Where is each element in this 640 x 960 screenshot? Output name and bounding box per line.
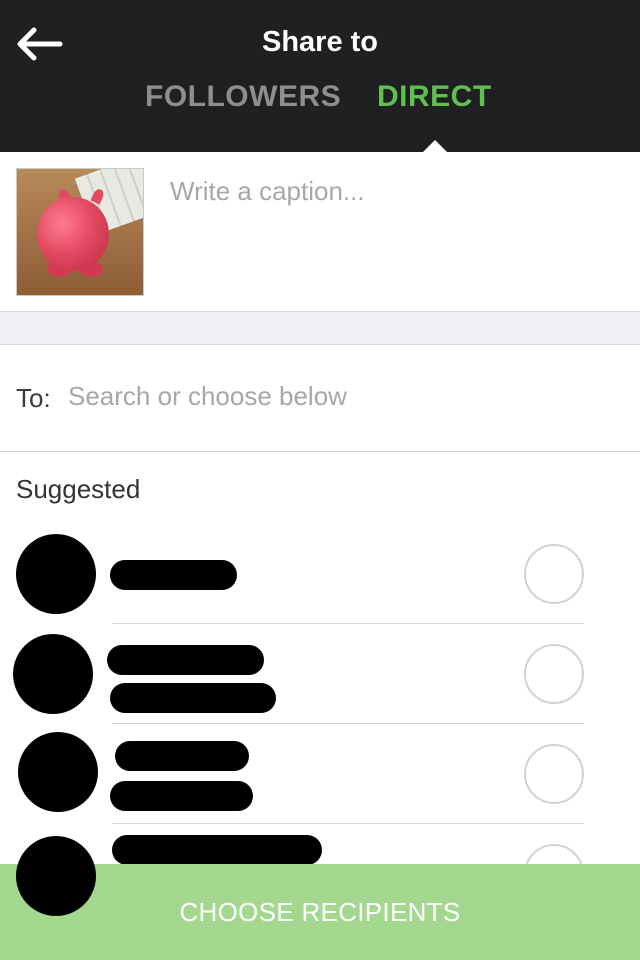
suggested-user-row[interactable]: [0, 624, 640, 724]
redacted-username: [110, 683, 276, 713]
redacted-name: [115, 741, 249, 771]
page-title: Share to: [261, 26, 379, 58]
share-tabs: FOLLOWERS DIRECT: [0, 80, 640, 124]
recipient-search-input[interactable]: [68, 381, 608, 412]
top-bar: Share to FOLLOWERS DIRECT: [0, 0, 640, 152]
avatar: [16, 836, 96, 916]
avatar: [16, 534, 96, 614]
suggested-user-row[interactable]: [0, 724, 640, 824]
tab-followers[interactable]: FOLLOWERS: [145, 80, 341, 114]
to-label: To:: [16, 383, 51, 413]
active-tab-indicator: [423, 140, 447, 152]
redacted-username: [110, 781, 253, 811]
tab-direct[interactable]: DIRECT: [377, 80, 492, 114]
select-radio[interactable]: [524, 544, 584, 604]
select-radio[interactable]: [524, 644, 584, 704]
photo-thumbnail: [16, 168, 144, 296]
avatar: [18, 732, 98, 812]
suggested-heading: Suggested: [16, 474, 141, 504]
caption-section: [0, 152, 640, 312]
suggested-user-row[interactable]: [0, 524, 640, 624]
recipient-search-row: To:: [0, 345, 640, 452]
select-radio[interactable]: [524, 744, 584, 804]
redacted-name: [112, 835, 322, 865]
caption-input[interactable]: [170, 176, 620, 207]
avatar: [13, 634, 93, 714]
section-spacer: [0, 312, 640, 345]
redacted-name: [110, 560, 237, 590]
redacted-name: [107, 645, 264, 675]
choose-recipients-button[interactable]: CHOOSE RECIPIENTS: [0, 864, 640, 960]
